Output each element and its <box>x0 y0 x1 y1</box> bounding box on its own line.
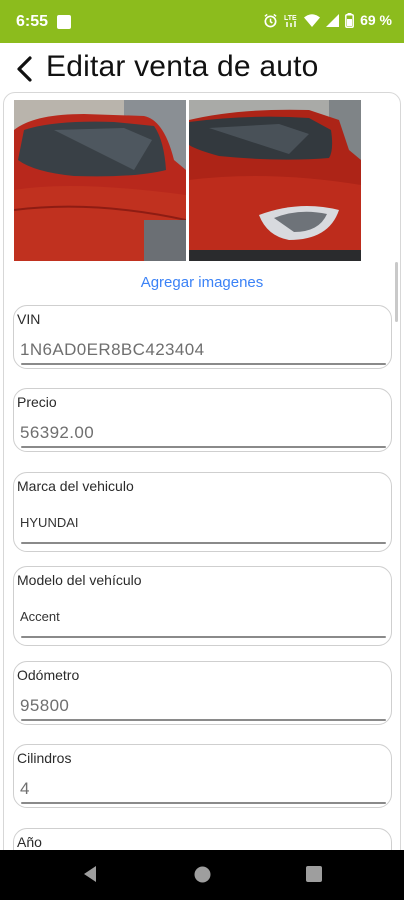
scrollbar[interactable] <box>395 262 398 322</box>
price-underline <box>21 446 386 448</box>
alarm-icon <box>263 13 278 28</box>
battery-icon <box>345 12 355 28</box>
image-gallery[interactable] <box>14 100 364 261</box>
brand-underline <box>21 542 386 544</box>
car-photo[interactable] <box>14 100 186 261</box>
nav-home-icon <box>194 866 211 883</box>
system-nav-bar <box>0 850 404 900</box>
wifi-icon <box>304 13 321 27</box>
add-images-link[interactable]: Agregar imagenes <box>0 274 404 291</box>
nav-recents-button[interactable] <box>306 866 322 887</box>
vin-underline <box>21 363 386 365</box>
year-label: Año <box>17 834 42 850</box>
model-underline <box>21 636 386 638</box>
odometer-underline <box>21 719 386 721</box>
signal-icon <box>326 13 340 27</box>
battery-percent: 69 % <box>360 12 392 28</box>
form-content[interactable]: Agregar imagenes VIN Precio Marca del ve… <box>0 90 404 850</box>
cylinders-underline <box>21 802 386 804</box>
price-label: Precio <box>17 394 57 410</box>
odometer-field[interactable]: Odómetro <box>13 661 392 725</box>
app-header: Editar venta de auto <box>0 43 404 93</box>
vin-label: VIN <box>17 311 41 327</box>
model-field[interactable]: Modelo del vehículo <box>13 566 392 646</box>
status-time: 6:55 <box>16 13 49 30</box>
cylinders-input[interactable] <box>20 779 385 799</box>
status-bar: 6:55 LTE 69 % <box>0 0 404 43</box>
svg-text:LTE: LTE <box>284 15 297 22</box>
model-input[interactable] <box>20 609 385 624</box>
nav-back-icon <box>84 866 96 882</box>
status-icons: LTE 69 % <box>263 12 392 28</box>
page-title: Editar venta de auto <box>46 50 319 83</box>
year-field[interactable]: Año <box>13 828 392 850</box>
nav-back-button[interactable] <box>82 865 98 888</box>
price-input[interactable] <box>20 423 385 443</box>
chevron-left-icon <box>17 56 32 82</box>
vin-field[interactable]: VIN <box>13 305 392 369</box>
cylinders-label: Cilindros <box>17 750 72 766</box>
odometer-label: Odómetro <box>17 667 80 683</box>
nav-home-button[interactable] <box>194 866 211 888</box>
nav-recents-icon <box>306 866 322 882</box>
model-label: Modelo del vehículo <box>17 572 142 588</box>
brand-label: Marca del vehiculo <box>17 478 134 494</box>
app-notification-icon <box>57 15 71 29</box>
vin-input[interactable] <box>20 340 385 360</box>
brand-input[interactable] <box>20 515 385 530</box>
back-button[interactable] <box>10 54 38 84</box>
price-field[interactable]: Precio <box>13 388 392 452</box>
cylinders-field[interactable]: Cilindros <box>13 744 392 808</box>
odometer-input[interactable] <box>20 696 385 716</box>
car-photo[interactable] <box>189 100 361 261</box>
brand-field[interactable]: Marca del vehiculo <box>13 472 392 552</box>
lte-icon: LTE <box>284 13 298 28</box>
